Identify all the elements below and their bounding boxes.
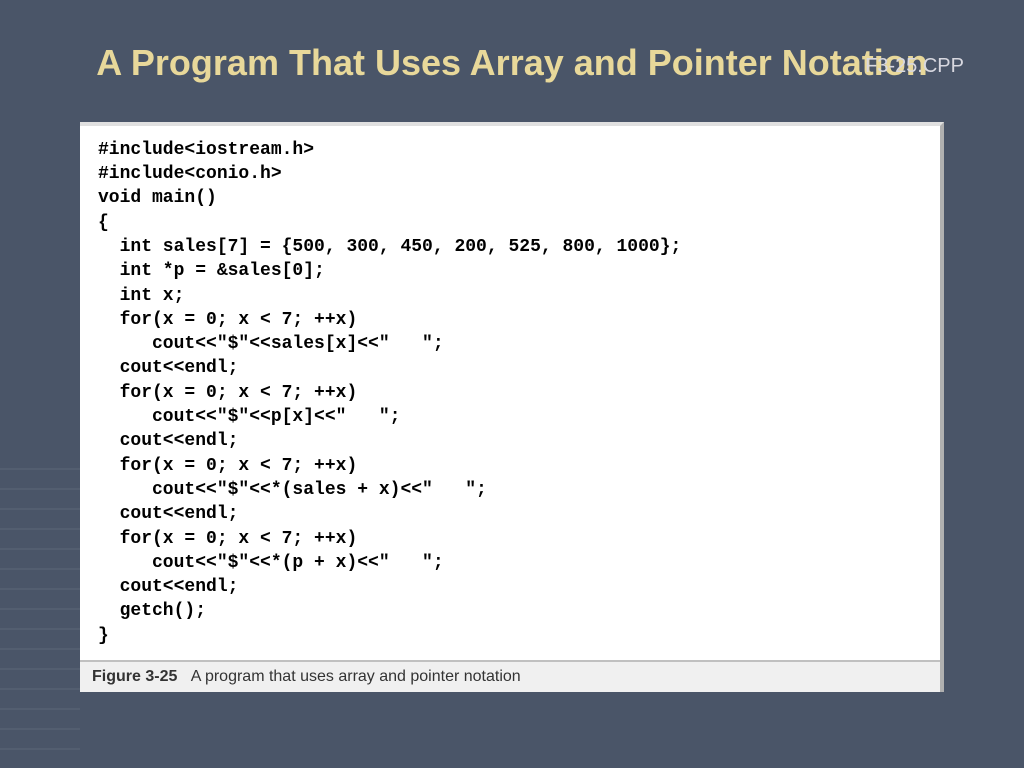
header-row: A Program That Uses Array and Pointer No… (50, 40, 974, 87)
figure-caption: Figure 3-25 A program that uses array an… (80, 660, 940, 692)
background-decoration (0, 468, 80, 768)
slide-title: A Program That Uses Array and Pointer No… (50, 40, 974, 87)
code-container: #include<iostream.h> #include<conio.h> v… (80, 122, 944, 692)
code-block: #include<iostream.h> #include<conio.h> v… (80, 126, 940, 660)
caption-text: A program that uses array and pointer no… (191, 668, 521, 685)
caption-label: Figure 3-25 (92, 668, 177, 685)
filename-label: F3-25.CPP (865, 55, 964, 78)
slide: A Program That Uses Array and Pointer No… (0, 0, 1024, 768)
